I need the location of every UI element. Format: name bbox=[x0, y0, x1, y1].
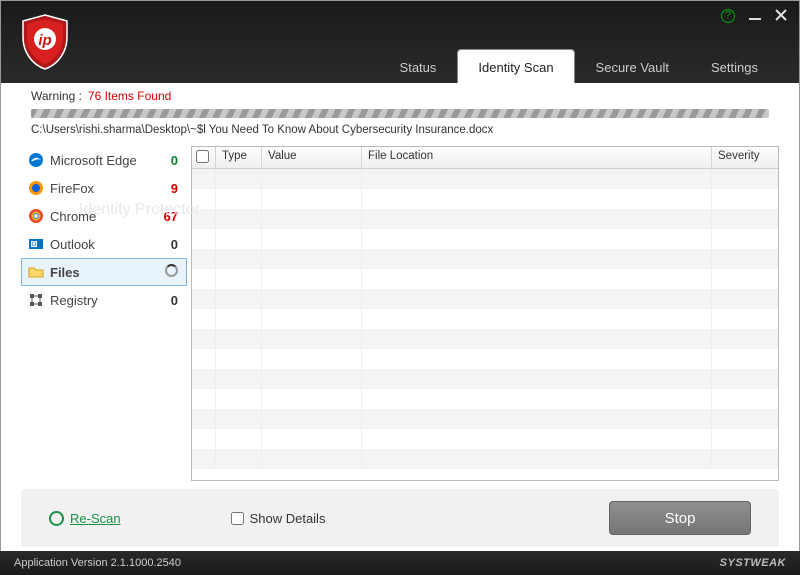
rescan-link[interactable]: Re-Scan bbox=[49, 511, 121, 526]
close-button[interactable] bbox=[775, 9, 787, 23]
footer-actions: Re-Scan Show Details Stop bbox=[21, 489, 779, 547]
table-row bbox=[192, 209, 778, 229]
col-value[interactable]: Value bbox=[262, 147, 362, 168]
results-table: Type Value File Location Severity bbox=[191, 146, 779, 481]
status-bar: Application Version 2.1.1000.2540 SYSTWE… bbox=[0, 551, 800, 575]
table-row bbox=[192, 189, 778, 209]
table-row bbox=[192, 229, 778, 249]
registry-icon bbox=[28, 292, 44, 308]
svg-text:O: O bbox=[32, 242, 37, 248]
app-title-main: Advanced bbox=[79, 0, 234, 200]
table-body bbox=[192, 169, 778, 480]
sidebar-item-label: Outlook bbox=[50, 237, 156, 252]
sidebar-item-outlook[interactable]: O Outlook0 bbox=[21, 230, 187, 258]
table-row bbox=[192, 169, 778, 189]
table-row bbox=[192, 289, 778, 309]
tab-status[interactable]: Status bbox=[379, 49, 458, 83]
tab-secure-vault[interactable]: Secure Vault bbox=[575, 49, 690, 83]
svg-text:ip: ip bbox=[38, 32, 51, 49]
table-row bbox=[192, 349, 778, 369]
table-row bbox=[192, 409, 778, 429]
sidebar-item-count: 0 bbox=[156, 237, 178, 252]
sidebar-item-registry[interactable]: Registry0 bbox=[21, 286, 187, 314]
table-row bbox=[192, 249, 778, 269]
outlook-icon: O bbox=[28, 236, 44, 252]
folder-icon bbox=[28, 264, 44, 280]
col-severity[interactable]: Severity bbox=[712, 147, 778, 168]
sidebar-item-folder[interactable]: Files bbox=[21, 258, 187, 286]
tab-settings[interactable]: Settings bbox=[690, 49, 779, 83]
show-details-toggle[interactable]: Show Details bbox=[231, 511, 326, 526]
help-icon[interactable]: ? bbox=[721, 9, 735, 23]
app-shield-icon: ip bbox=[19, 13, 71, 71]
sidebar-item-label: Registry bbox=[50, 293, 156, 308]
stop-button[interactable]: Stop bbox=[609, 501, 751, 535]
tab-identity-scan[interactable]: Identity Scan bbox=[457, 49, 574, 83]
tab-bar: Status Identity Scan Secure Vault Settin… bbox=[379, 49, 779, 83]
table-header: Type Value File Location Severity bbox=[192, 147, 778, 169]
table-row bbox=[192, 389, 778, 409]
show-details-label: Show Details bbox=[250, 511, 326, 526]
app-title-sub: Identity Protector bbox=[79, 200, 234, 219]
table-row bbox=[192, 309, 778, 329]
show-details-checkbox[interactable] bbox=[231, 512, 244, 525]
brand-label: SYSTWEAK bbox=[720, 557, 786, 569]
sidebar-item-count bbox=[156, 264, 178, 280]
rescan-label: Re-Scan bbox=[70, 511, 121, 526]
version-label: Application Version bbox=[14, 557, 108, 569]
table-row bbox=[192, 329, 778, 349]
table-row bbox=[192, 269, 778, 289]
minimize-button[interactable] bbox=[749, 9, 761, 23]
table-row bbox=[192, 429, 778, 449]
table-row bbox=[192, 449, 778, 469]
titlebar: ip Advanced Identity Protector ? Status … bbox=[1, 1, 799, 83]
rescan-icon bbox=[49, 511, 64, 526]
spinner-icon bbox=[165, 264, 178, 277]
col-file-location[interactable]: File Location bbox=[362, 147, 712, 168]
sidebar-item-count: 0 bbox=[156, 293, 178, 308]
table-row bbox=[192, 369, 778, 389]
logo-area: ip Advanced Identity Protector bbox=[1, 0, 234, 219]
sidebar-item-label: Files bbox=[50, 265, 156, 280]
version-value: 2.1.1000.2540 bbox=[111, 557, 181, 569]
